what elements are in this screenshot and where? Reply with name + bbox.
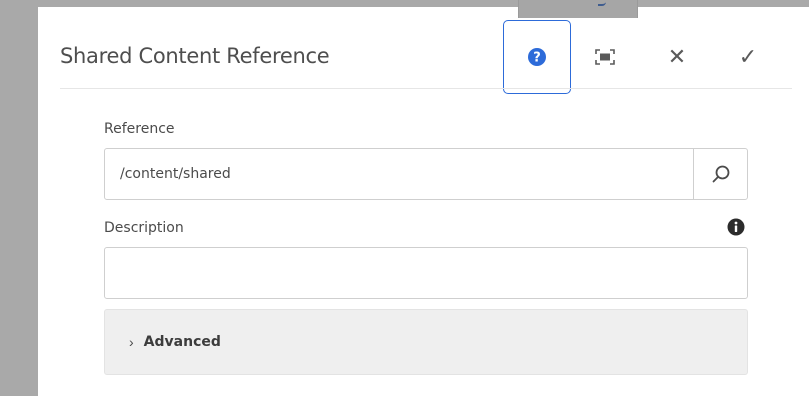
description-label: Description [104,220,184,236]
shared-content-reference-dialog: Shared Content Reference ? ✕ ✓ Reference… [38,18,809,396]
close-button[interactable]: ✕ [643,21,711,93]
search-icon [712,165,729,183]
chevron-right-icon: › [129,334,134,350]
reference-field [104,148,748,200]
fullscreen-icon [595,49,615,65]
dialog-title: Shared Content Reference [60,44,330,68]
advanced-section-toggle[interactable]: › Advanced [104,309,748,375]
done-button[interactable]: ✓ [714,21,782,93]
svg-text:?: ? [533,51,541,66]
reference-label: Reference [104,121,175,137]
fullscreen-button[interactable] [571,21,639,93]
advanced-label: Advanced [143,334,221,350]
reference-input[interactable] [105,149,693,199]
description-input[interactable] [105,248,747,298]
check-icon: ✓ [738,44,758,69]
background-app-panel [0,0,38,396]
background-app-strip [0,0,809,7]
reference-browse-button[interactable] [693,149,747,199]
close-icon: ✕ [667,44,687,69]
description-field [104,247,748,299]
background-tab [518,0,638,18]
help-button[interactable]: ? [503,20,571,94]
help-circle-icon: ? [528,48,546,66]
title-divider [60,88,792,89]
info-icon[interactable] [727,218,745,236]
